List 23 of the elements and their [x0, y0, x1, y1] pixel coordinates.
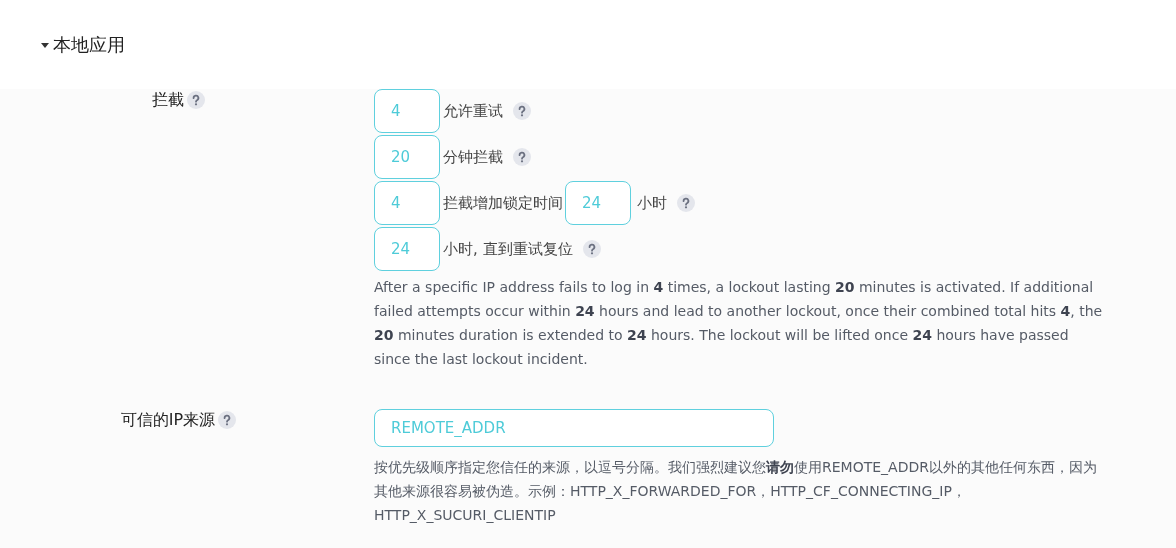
field-label: 小时, 直到重试复位: [443, 239, 573, 259]
help-icon[interactable]: [582, 240, 601, 258]
number-field[interactable]: 24: [565, 181, 631, 225]
number-field[interactable]: 20: [374, 135, 440, 179]
setting-label: 拦截: [152, 89, 184, 111]
help-icon[interactable]: [187, 91, 205, 109]
help-icon[interactable]: [218, 411, 237, 429]
description-text: After a specific IP address fails to log in 4 times, a lockout lasting 20 minutes is activated. If additional failed attempts occur within 24 hours and lead to another lockout, once their combined total hits 4, the 20 minutes duration is extended to 24 hours. The lockout will be lifted once 24 hours have passed since the last lockout incident.: [374, 278, 1104, 369]
number-field[interactable]: 4: [374, 89, 440, 133]
field-label: 拦截增加锁定时间: [443, 193, 563, 213]
number-field[interactable]: 24: [374, 227, 440, 271]
description-text: 按优先级顺序指定您信任的来源，以逗号分隔。我们强烈建议您请勿使用REMOTE_ADDR以外的其他任何东西，因为其他来源很容易被伪造。示例：HTTP_X_FORWARDED_FOR，HTTP_CF_CONNECTING_IP，HTTP_X_SUCURI_CLIENTIP: [374, 458, 1098, 525]
help-icon[interactable]: [677, 194, 695, 212]
field-label: 小时: [637, 193, 667, 213]
number-field[interactable]: 4: [374, 181, 440, 225]
field-label: 分钟拦截: [443, 147, 503, 167]
help-icon[interactable]: [513, 148, 531, 166]
section-toggle[interactable]: 本地应用: [41, 33, 125, 57]
setting-label: 可信的IP来源: [120, 409, 216, 431]
caret-icon: [41, 42, 49, 48]
help-icon[interactable]: [513, 102, 531, 120]
text-field[interactable]: REMOTE_ADDR: [374, 409, 774, 447]
field-label: 允许重试: [443, 101, 503, 121]
